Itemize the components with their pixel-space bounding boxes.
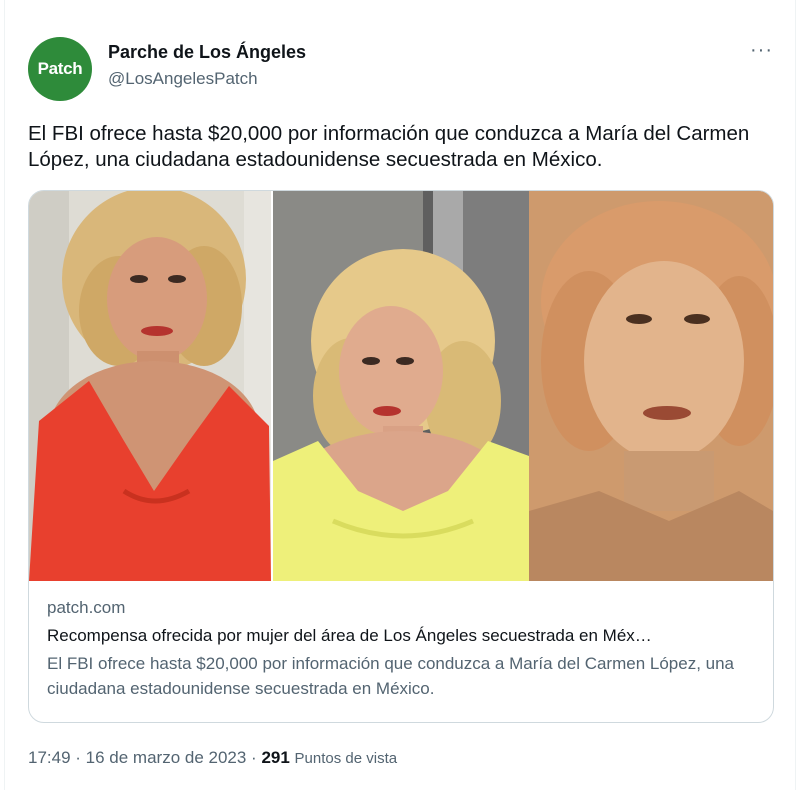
- woman-red-top-photo: [29, 191, 271, 581]
- avatar-logo-text: Patch: [37, 59, 83, 78]
- card-domain: patch.com: [47, 598, 126, 617]
- tweet[interactable]: Patch Parche de Los Ángeles @LosAngelesP…: [28, 0, 774, 790]
- views-count: 291: [261, 748, 290, 767]
- card-title[interactable]: Recompensa ofrecida por mujer del área d…: [47, 624, 759, 648]
- card-description: El FBI ofrece hasta $20,000 por informac…: [47, 654, 735, 698]
- link-card[interactable]: patch.com Recompensa ofrecida por mujer …: [28, 190, 774, 723]
- card-image[interactable]: [29, 191, 773, 581]
- meta-separator-2: ·: [246, 748, 262, 767]
- tweet-date[interactable]: 16 de marzo de 2023: [86, 748, 247, 767]
- tweet-time[interactable]: 17:49: [28, 748, 71, 767]
- woman-yellow-top-photo: [273, 191, 529, 581]
- author-display-name[interactable]: Parche de Los Ángeles: [108, 42, 306, 63]
- author-handle[interactable]: @LosAngelesPatch: [108, 69, 258, 89]
- left-border: [4, 0, 5, 790]
- tweet-text: El FBI ofrece hasta $20,000 por informac…: [28, 122, 750, 171]
- more-options-button[interactable]: ···: [750, 40, 773, 60]
- tweet-meta: 17:49 · 16 de marzo de 2023 · 291 Puntos…: [28, 748, 397, 768]
- more-horizontal-icon: ···: [750, 39, 773, 61]
- meta-separator: ·: [70, 748, 86, 767]
- views-label: Puntos de vista: [294, 750, 398, 767]
- woman-sepia-portrait-photo: [529, 191, 773, 581]
- right-border: [795, 0, 796, 790]
- card-info[interactable]: patch.com Recompensa ofrecida por mujer …: [47, 597, 759, 701]
- avatar[interactable]: Patch: [28, 37, 92, 101]
